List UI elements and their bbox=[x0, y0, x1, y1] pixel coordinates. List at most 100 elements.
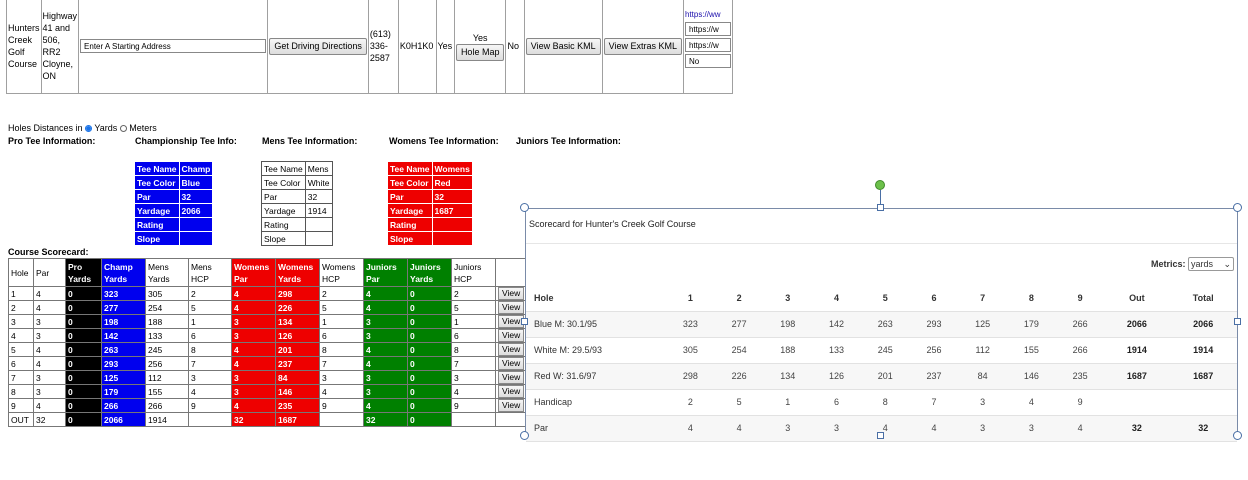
view-hole-button[interactable]: View bbox=[498, 287, 525, 300]
tee-label: Tee Name bbox=[134, 161, 180, 176]
yards-radio[interactable] bbox=[85, 125, 93, 132]
scorecard-cell: 5 bbox=[451, 300, 496, 315]
popup-row-label: Red W: 31.6/97 bbox=[526, 363, 666, 390]
popup-scorecard-table: Hole 1 2 3 4 5 6 7 8 9 Out Total Blue M: 30.1/95 323 2… bbox=[526, 285, 1237, 442]
start-address-input[interactable]: Enter A Starting Address bbox=[80, 39, 267, 53]
scorecard-cell: 3 bbox=[33, 384, 66, 399]
metrics-label: Metrics: bbox=[1150, 259, 1186, 269]
no-input[interactable]: No bbox=[684, 54, 731, 68]
scorecard-cell: 0 bbox=[407, 314, 452, 329]
scorecard-cell: 2 bbox=[8, 300, 34, 315]
popup-cell: 32 bbox=[1169, 415, 1237, 442]
scorecard-cell: 3 bbox=[33, 328, 66, 343]
resize-handle-bottom[interactable] bbox=[877, 432, 884, 439]
scorecard-cell: 9 bbox=[188, 398, 232, 413]
popup-row-label: White M: 29.5/93 bbox=[526, 337, 666, 364]
popup-cell: 112 bbox=[958, 337, 1008, 364]
course-listing-row: Hunters Creek Golf Course Highway 41 and… bbox=[0, 0, 733, 95]
scorecard-cell: 3 bbox=[363, 384, 408, 399]
scorecard-cell: 6 bbox=[8, 356, 34, 371]
view-hole-button[interactable]: View bbox=[498, 301, 525, 314]
col-womens-yards: Womens Yards bbox=[275, 258, 320, 287]
popup-cell: 263 bbox=[860, 311, 910, 338]
resize-handle-left[interactable] bbox=[521, 318, 528, 325]
scorecard-cell: 277 bbox=[101, 300, 146, 315]
hole-map-button[interactable]: Hole Map bbox=[455, 43, 505, 61]
view-hole-button[interactable]: View bbox=[498, 399, 525, 412]
distance-label: Holes Distances in bbox=[8, 123, 83, 133]
popup-cell: 2 bbox=[666, 389, 715, 416]
popup-column-header: 6 bbox=[909, 285, 959, 312]
scorecard-cell: 0 bbox=[407, 328, 452, 343]
resize-handle-top-left[interactable] bbox=[520, 203, 529, 212]
scorecard-cell: 1 bbox=[451, 314, 496, 329]
scorecard-cell: 0 bbox=[65, 384, 102, 399]
scorecard-cell: 298 bbox=[275, 286, 320, 301]
popup-cell: 9 bbox=[1055, 389, 1105, 416]
tee-label: Par bbox=[134, 189, 180, 204]
view-basic-kml-button[interactable]: View Basic KML bbox=[525, 37, 601, 55]
scorecard-out-cell: 0 bbox=[407, 412, 452, 427]
view-hole-button[interactable]: View bbox=[498, 385, 525, 398]
rotate-handle[interactable] bbox=[875, 180, 885, 190]
popup-cell: 84 bbox=[958, 363, 1008, 390]
scorecard-cell: 8 bbox=[451, 342, 496, 357]
popup-cell: 3 bbox=[812, 415, 861, 442]
tee-label: Yardage bbox=[261, 203, 306, 218]
course-listing-table: Hunters Creek Golf Course Highway 41 and… bbox=[6, 0, 733, 94]
resize-handle-top[interactable] bbox=[877, 204, 884, 211]
popup-cell: 2066 bbox=[1104, 311, 1170, 338]
popup-cell: 179 bbox=[1007, 311, 1056, 338]
view-hole-button[interactable]: View bbox=[498, 357, 525, 370]
scorecard-cell: 4 bbox=[33, 342, 66, 357]
scorecard-cell: 3 bbox=[319, 370, 364, 385]
scorecard-cell: 146 bbox=[275, 384, 320, 399]
view-hole-button[interactable]: View bbox=[498, 329, 525, 342]
website-link[interactable]: https://ww bbox=[685, 9, 731, 21]
postal-code: K0H1K0 bbox=[399, 41, 434, 51]
resize-handle-top-right[interactable] bbox=[1233, 203, 1242, 212]
yards-label: Yards bbox=[94, 123, 118, 133]
scorecard-out-cell bbox=[319, 412, 364, 427]
popup-cell: 6 bbox=[812, 389, 861, 416]
tee-label: Rating bbox=[134, 217, 180, 232]
scorecard-cell: 266 bbox=[145, 398, 189, 413]
popup-row-label: Blue M: 30.1/95 bbox=[526, 311, 666, 338]
course-address-cell: Highway 41 and 506, RR2 Cloyne, ON bbox=[40, 0, 80, 94]
tee-label: Slope bbox=[134, 231, 180, 246]
url-input-2[interactable]: https://w bbox=[684, 38, 731, 52]
scorecard-cell: 5 bbox=[8, 342, 34, 357]
tee-value: Womens bbox=[431, 161, 473, 176]
scorecard-out-cell: OUT bbox=[8, 412, 34, 427]
view-extras-kml-button[interactable]: View Extras KML bbox=[603, 37, 682, 55]
url-input-1[interactable]: https://w bbox=[684, 22, 731, 36]
popup-cell: 266 bbox=[1055, 337, 1105, 364]
get-driving-directions-button[interactable]: Get Driving Directions bbox=[269, 37, 367, 55]
tee-value bbox=[431, 217, 473, 232]
scorecard-cell: 0 bbox=[407, 300, 452, 315]
scorecard-cell: 8 bbox=[319, 342, 364, 357]
scorecard-cell: 0 bbox=[65, 398, 102, 413]
meters-radio[interactable] bbox=[119, 125, 127, 132]
resize-handle-bottom-right[interactable] bbox=[1233, 431, 1242, 440]
popup-cell: 5 bbox=[714, 389, 764, 416]
view-hole-button[interactable]: View bbox=[498, 371, 525, 384]
scorecard-cell: 0 bbox=[65, 370, 102, 385]
popup-row-label: Par bbox=[526, 415, 666, 442]
popup-column-header: Out bbox=[1104, 285, 1170, 312]
popup-cell: 3 bbox=[763, 415, 813, 442]
scorecard-cell: 4 bbox=[33, 398, 66, 413]
popup-cell: 298 bbox=[666, 363, 715, 390]
scorecard-cell: 4 bbox=[33, 356, 66, 371]
popup-cell: 226 bbox=[714, 363, 764, 390]
hole-map-yes: Yes bbox=[472, 32, 488, 43]
resize-handle-bottom-left[interactable] bbox=[520, 431, 529, 440]
scorecard-cell: 266 bbox=[101, 398, 146, 413]
scorecard-cell: 4 bbox=[451, 384, 496, 399]
scorecard-popup[interactable]: Scorecard for Hunter's Creek Golf Course… bbox=[525, 208, 1238, 442]
scorecard-out-cell bbox=[451, 412, 496, 427]
resize-handle-right[interactable] bbox=[1234, 318, 1241, 325]
scorecard-cell: 6 bbox=[451, 328, 496, 343]
metrics-select[interactable]: yards ⌄ bbox=[1188, 257, 1234, 271]
view-hole-button[interactable]: View bbox=[498, 343, 525, 356]
